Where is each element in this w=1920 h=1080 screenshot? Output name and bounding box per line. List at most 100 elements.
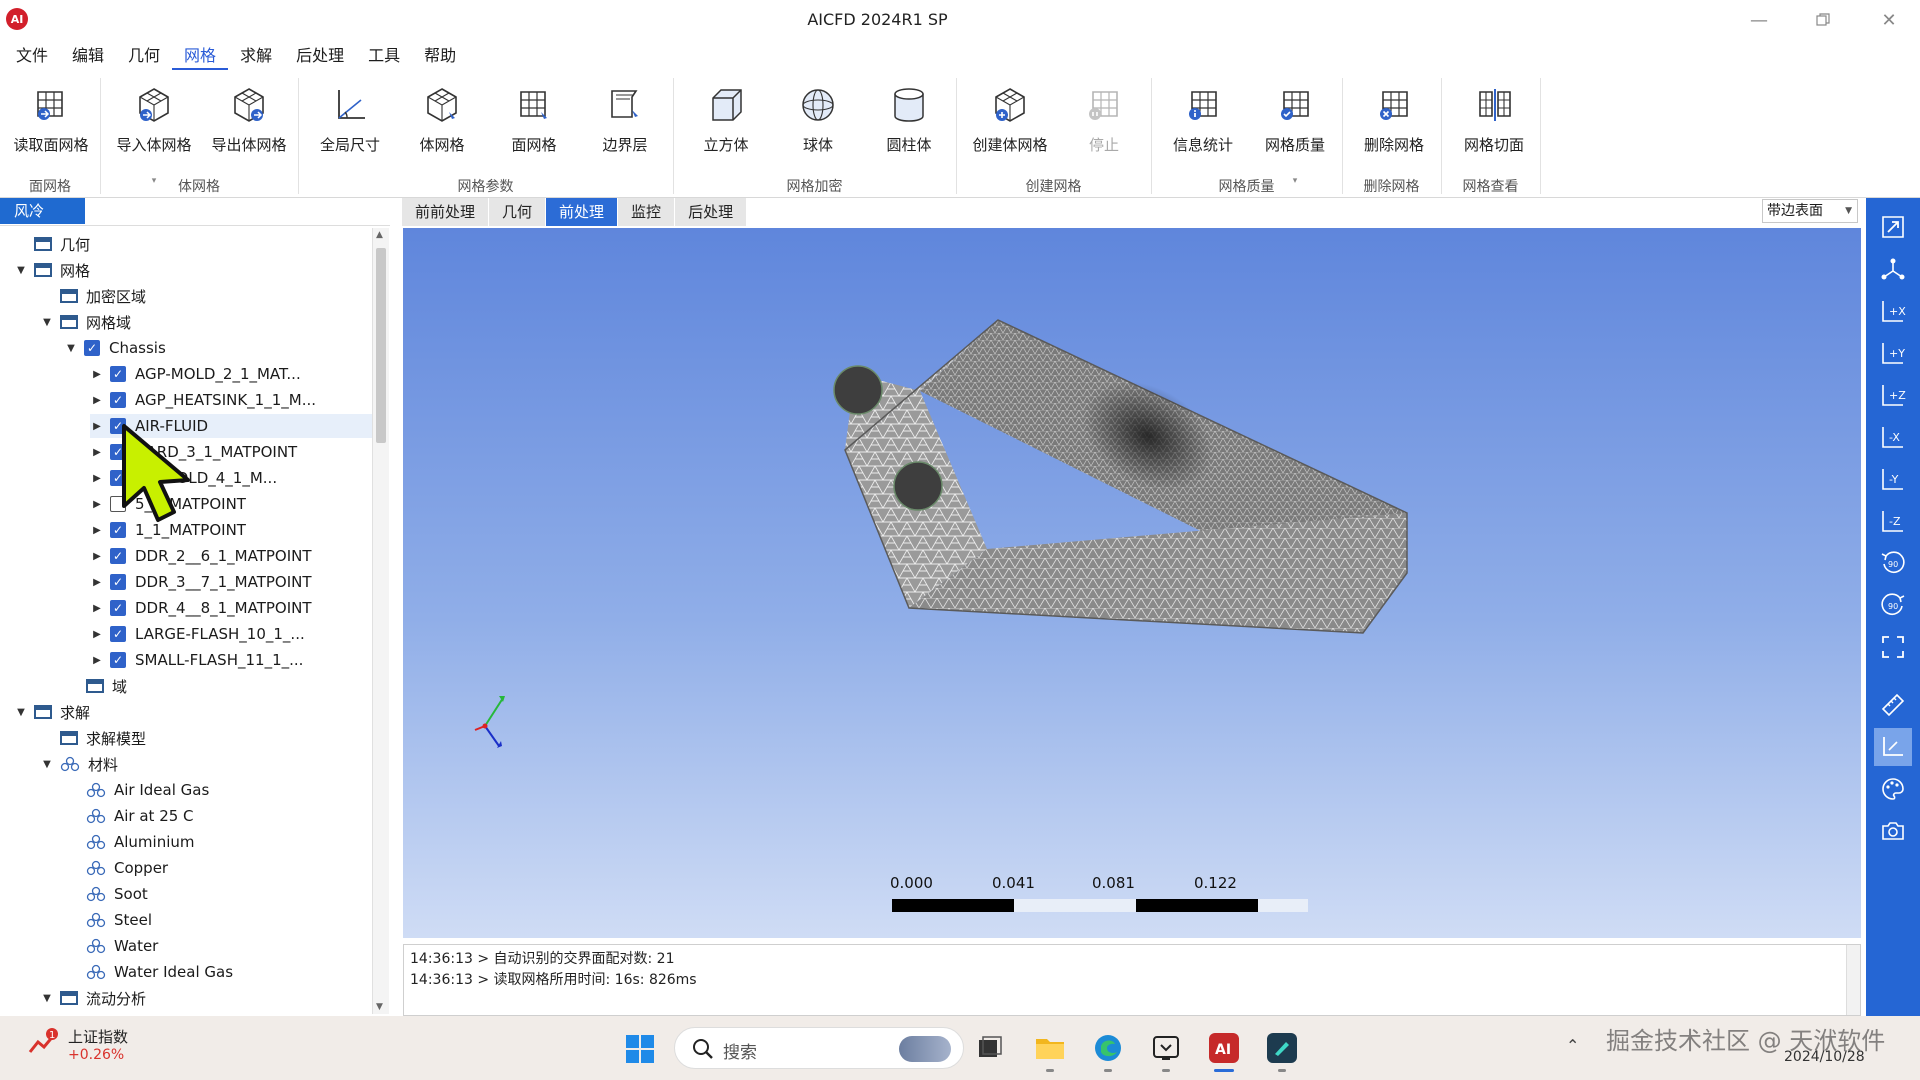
tree-node-part[interactable]: ▶ ✓ DDR_4__8_1_MATPOINT (90, 596, 311, 620)
tree-node-materials[interactable]: ▼ 材料 (40, 752, 118, 776)
surface-mesh-button[interactable]: 面网格 (487, 78, 581, 186)
mesh-statistics-button[interactable]: 信息统计 (1156, 78, 1250, 186)
import-volume-mesh-button[interactable]: 导入体网格 ▾ (107, 78, 201, 186)
menu-solve[interactable]: 求解 (228, 42, 284, 70)
checkbox-icon[interactable]: ✓ (110, 366, 126, 382)
chevron-right-icon[interactable]: ▶ (90, 627, 104, 641)
tab-pre-preprocess[interactable]: 前前处理 (402, 198, 490, 226)
console-scrollbar[interactable] (1846, 945, 1860, 1015)
tree-node-part[interactable]: ▶ ✓ DDR_3__7_1_MATPOINT (90, 570, 311, 594)
stock-widget[interactable]: 1 上证指数 +0.26% (28, 1026, 128, 1063)
tree-node-material[interactable]: Air at 25 C (66, 804, 194, 828)
checkbox-icon[interactable]: ✓ (110, 548, 126, 564)
chevron-right-icon[interactable]: ▶ (90, 367, 104, 381)
tree-tab-air-cooling[interactable]: 风冷 (0, 198, 85, 224)
stop-button[interactable]: 停止 (1057, 78, 1151, 186)
mesh-quality-button[interactable]: 网格质量 ▾ (1248, 78, 1342, 186)
chevron-right-icon[interactable]: ▶ (90, 497, 104, 511)
chevron-right-icon[interactable]: ▶ (90, 393, 104, 407)
taskbar-aicfd[interactable]: AI (1204, 1028, 1244, 1072)
chevron-right-icon[interactable]: ▶ (90, 549, 104, 563)
taskbar-file-explorer[interactable] (1030, 1028, 1070, 1072)
menu-edit[interactable]: 编辑 (60, 42, 116, 70)
display-mode-select[interactable]: 带边表面 ▼ (1762, 199, 1858, 223)
checkbox-icon[interactable]: ✓ (110, 392, 126, 408)
axes-icon[interactable] (1874, 250, 1912, 288)
tree-node-part[interactable]: ▶ ✓ AGP-MOLD_2_1_MAT... (90, 362, 301, 386)
tree-node-part[interactable]: ▶ ✓ SMALL-FLASH_11_1_... (90, 648, 303, 672)
taskbar-edge[interactable] (1088, 1028, 1128, 1072)
checkbox-icon[interactable]: ✓ (84, 340, 100, 356)
tree-node-material[interactable]: Air Ideal Gas (66, 778, 209, 802)
tree-scrollbar[interactable]: ▲ ▼ (372, 228, 389, 1014)
chevron-right-icon[interactable]: ▶ (90, 575, 104, 589)
tree-node-material[interactable]: Water (66, 934, 158, 958)
chevron-right-icon[interactable]: ▶ (90, 471, 104, 485)
view-minus-x-icon[interactable]: -X (1874, 418, 1912, 456)
menu-tools[interactable]: 工具 (356, 42, 412, 70)
tree-node-part[interactable]: ▶ ✓ AGP_HEATSINK_1_1_M... (90, 388, 316, 412)
rotate-cw-90-icon[interactable]: 90 (1874, 586, 1912, 624)
create-volume-mesh-button[interactable]: 创建体网格 (963, 78, 1057, 186)
view-plus-y-icon[interactable]: +Y (1874, 334, 1912, 372)
menu-file[interactable]: 文件 (4, 42, 60, 70)
export-volume-mesh-button[interactable]: 导出体网格 (202, 78, 296, 186)
chevron-right-icon[interactable]: ▶ (90, 419, 104, 433)
tab-postprocess[interactable]: 后处理 (675, 198, 748, 226)
checkbox-icon[interactable]: ✓ (110, 626, 126, 642)
tab-monitor[interactable]: 监控 (618, 198, 676, 226)
rotate-ccw-90-icon[interactable]: 90 (1874, 544, 1912, 582)
volume-mesh-button[interactable]: 体网格 (395, 78, 489, 186)
global-size-button[interactable]: 全局尺寸 (303, 78, 397, 186)
chevron-right-icon[interactable]: ▶ (90, 601, 104, 615)
tree-node-mesh-domain[interactable]: ▼ 网格域 (40, 310, 131, 334)
output-console[interactable]: 14:36:13 > 自动识别的交界面配对数: 21 14:36:13 > 读取… (403, 944, 1861, 1016)
chevron-right-icon[interactable]: ▶ (90, 523, 104, 537)
tree-node-part[interactable]: ▶ ✓ DDR_2__6_1_MATPOINT (90, 544, 311, 568)
restore-button[interactable] (1800, 4, 1846, 36)
tree-node-material[interactable]: Water Ideal Gas (66, 960, 233, 984)
ruler-icon[interactable] (1874, 686, 1912, 724)
taskbar-editor-app[interactable] (1262, 1028, 1302, 1072)
scrollbar-thumb[interactable] (376, 248, 386, 443)
tree-node-solve-model[interactable]: 求解模型 (40, 726, 146, 750)
palette-icon[interactable] (1874, 770, 1912, 808)
read-surface-mesh-button[interactable]: 读取面网格 (4, 78, 98, 186)
refine-cube-button[interactable]: 立方体 (679, 78, 773, 186)
tree-node-solve[interactable]: ▼ 求解 (14, 700, 90, 724)
view-minus-z-icon[interactable]: -Z (1874, 502, 1912, 540)
3d-viewport[interactable]: 0.000 0.041 0.081 0.122 (403, 228, 1861, 938)
chevron-down-icon[interactable]: ▼ (40, 757, 54, 771)
tree-node-flow-analysis[interactable]: ▼ 流动分析 (40, 986, 146, 1010)
checkbox-icon[interactable]: ✓ (110, 574, 126, 590)
minimize-button[interactable]: — (1736, 4, 1782, 36)
fullscreen-icon[interactable] (1874, 628, 1912, 666)
close-window-button[interactable]: ✕ (1866, 4, 1912, 36)
axis-display-icon[interactable] (1874, 728, 1912, 766)
taskbar-app-store[interactable] (1146, 1028, 1186, 1072)
chevron-down-icon[interactable]: ▼ (14, 263, 28, 277)
mesh-slice-button[interactable]: 网格切面 (1447, 78, 1541, 186)
clock-date[interactable]: 2024/10/28 (1784, 1049, 1865, 1065)
taskbar-search[interactable]: 搜索 (674, 1027, 964, 1069)
view-plus-z-icon[interactable]: +Z (1874, 376, 1912, 414)
chevron-right-icon[interactable]: ▶ (90, 445, 104, 459)
taskbar-task-view[interactable] (970, 1028, 1010, 1068)
fit-view-icon[interactable] (1874, 208, 1912, 246)
view-plus-x-icon[interactable]: +X (1874, 292, 1912, 330)
refine-sphere-button[interactable]: 球体 (771, 78, 865, 186)
scroll-up-icon[interactable]: ▲ (376, 230, 383, 240)
chevron-down-icon[interactable]: ▼ (14, 705, 28, 719)
tree-node-mesh[interactable]: ▼ 网格 (14, 258, 90, 282)
tree-node-geometry[interactable]: 几何 (14, 232, 90, 256)
tree-node-material[interactable]: Copper (66, 856, 168, 880)
tree-node-material[interactable]: Steel (66, 908, 152, 932)
tree-node-chassis[interactable]: ▼ ✓ Chassis (64, 336, 166, 360)
checkbox-icon[interactable]: ✓ (110, 652, 126, 668)
show-hidden-icons-chevron[interactable]: ⌃ (1566, 1036, 1579, 1055)
tree-node-part[interactable]: ▶ ✓ LARGE-FLASH_10_1_... (90, 622, 305, 646)
tree-node-domain[interactable]: 域 (66, 674, 127, 698)
chevron-down-icon[interactable]: ▼ (40, 315, 54, 329)
view-minus-y-icon[interactable]: -Y (1874, 460, 1912, 498)
checkbox-icon[interactable]: ✓ (110, 600, 126, 616)
